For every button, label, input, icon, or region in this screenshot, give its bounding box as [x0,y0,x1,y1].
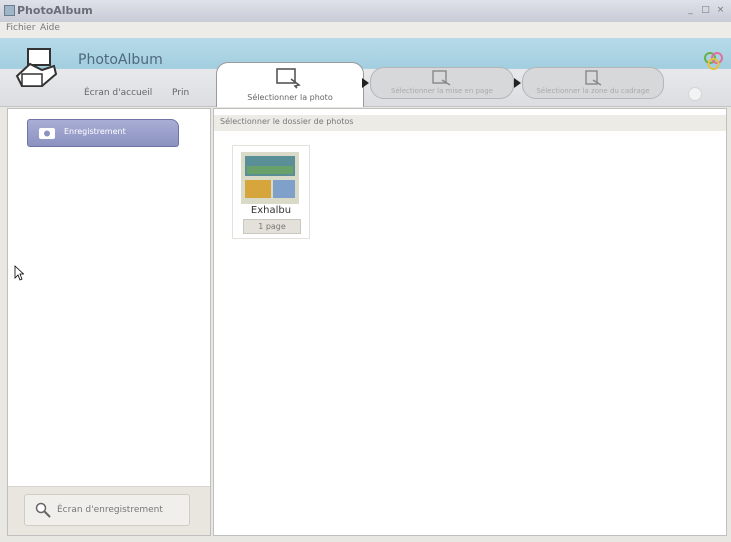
folder-label: Enregistrement [64,127,126,136]
menu-item-fichier[interactable]: Fichier [6,23,35,33]
folder-tab-enregistrement[interactable]: Enregistrement [27,119,179,147]
folder-camera-icon [39,128,55,139]
tab-label: Sélectionner la mise en page [391,87,493,95]
main-header: Sélectionner le dossier de photos [214,115,726,131]
save-screen-label: Écran d'enregistrement [57,505,163,515]
app-header: PhotoAlbum Écran d'accueil Prin Sélectio… [0,38,731,107]
magnifier-photo-icon [35,502,51,518]
tab-label: Sélectionner la photo [247,93,333,102]
step-indicator-icon [688,87,702,101]
tab-select-photo[interactable]: Sélectionner la photo [216,62,364,107]
main-panel: Sélectionner le dossier de photos Exhalb… [213,108,727,536]
album-name: Exhalbu [250,205,292,216]
sidebar-footer: Écran d'enregistrement [8,486,210,535]
save-screen-button[interactable]: Écran d'enregistrement [24,494,190,526]
window-title: PhotoAlbum [17,4,93,17]
app-icon [4,5,15,16]
tab-select-layout[interactable]: Sélectionner la mise en page [370,67,514,99]
color-swirl-icon[interactable] [703,50,725,72]
album-thumbnail-icon [241,152,299,204]
minimize-button[interactable]: _ [684,4,697,16]
print-button[interactable]: Prin [172,88,189,98]
photo-hand-logo-icon [15,48,58,87]
sidebar: Enregistrement Écran d'enregistrement [7,108,211,536]
close-button[interactable]: × [714,4,727,16]
title-bar: PhotoAlbum _ □ × [0,0,731,23]
menu-bar: Fichier Aide [0,22,731,38]
layout-icon [432,70,451,86]
tab-select-crop[interactable]: Sélectionner la zone du cadrage [522,67,664,99]
step-arrow-icon [514,78,521,88]
mouse-cursor-icon [14,265,24,281]
instruction-text: Sélectionner le dossier de photos [220,117,354,126]
maximize-button[interactable]: □ [699,4,712,16]
album-page-count: 1 page [243,219,301,234]
tab-label: Sélectionner la zone du cadrage [536,87,650,95]
photo-select-icon [276,68,301,89]
menu-item-aide[interactable]: Aide [40,23,60,33]
album-item[interactable]: Exhalbu 1 page [232,145,310,239]
home-screen-button[interactable]: Écran d'accueil [84,88,152,98]
window-controls: _ □ × [684,4,727,16]
step-arrow-icon [362,78,369,88]
app-name: PhotoAlbum [78,52,163,68]
crop-icon [585,70,602,86]
